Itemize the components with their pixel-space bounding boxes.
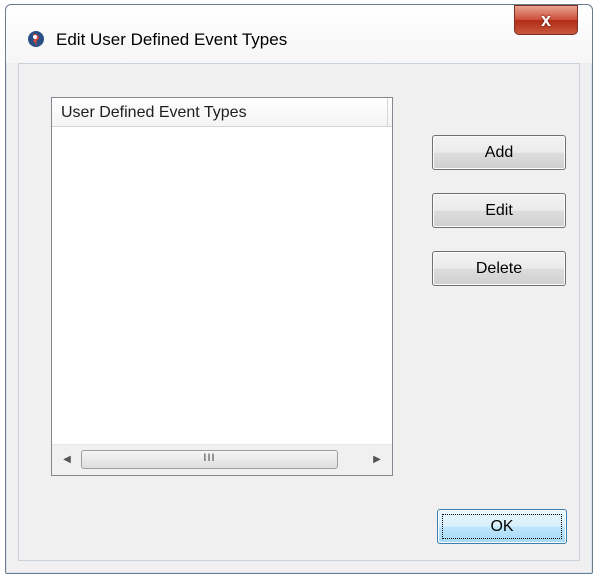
ok-button-label: OK xyxy=(490,517,514,535)
app-logo-icon xyxy=(28,31,44,47)
edit-button[interactable]: Edit xyxy=(432,193,566,228)
close-button[interactable]: x xyxy=(514,5,578,35)
add-button[interactable]: Add xyxy=(432,135,566,170)
list-header: User Defined Event Types xyxy=(52,98,392,127)
title-bar[interactable]: Edit User Defined Event Types x xyxy=(6,5,592,63)
delete-button[interactable]: Delete xyxy=(432,251,566,286)
event-types-list[interactable]: User Defined Event Types ◀ III ▶ xyxy=(51,97,393,476)
ok-button[interactable]: OK xyxy=(437,509,567,544)
close-icon: x xyxy=(540,9,551,30)
window-title: Edit User Defined Event Types xyxy=(56,30,288,49)
scroll-right-arrow-icon[interactable]: ▶ xyxy=(370,453,384,467)
column-header-event-types[interactable]: User Defined Event Types xyxy=(52,98,388,126)
scroll-left-arrow-icon[interactable]: ◀ xyxy=(60,453,74,467)
scroll-thumb[interactable]: III xyxy=(81,450,338,469)
horizontal-scrollbar[interactable]: ◀ III ▶ xyxy=(52,444,392,475)
